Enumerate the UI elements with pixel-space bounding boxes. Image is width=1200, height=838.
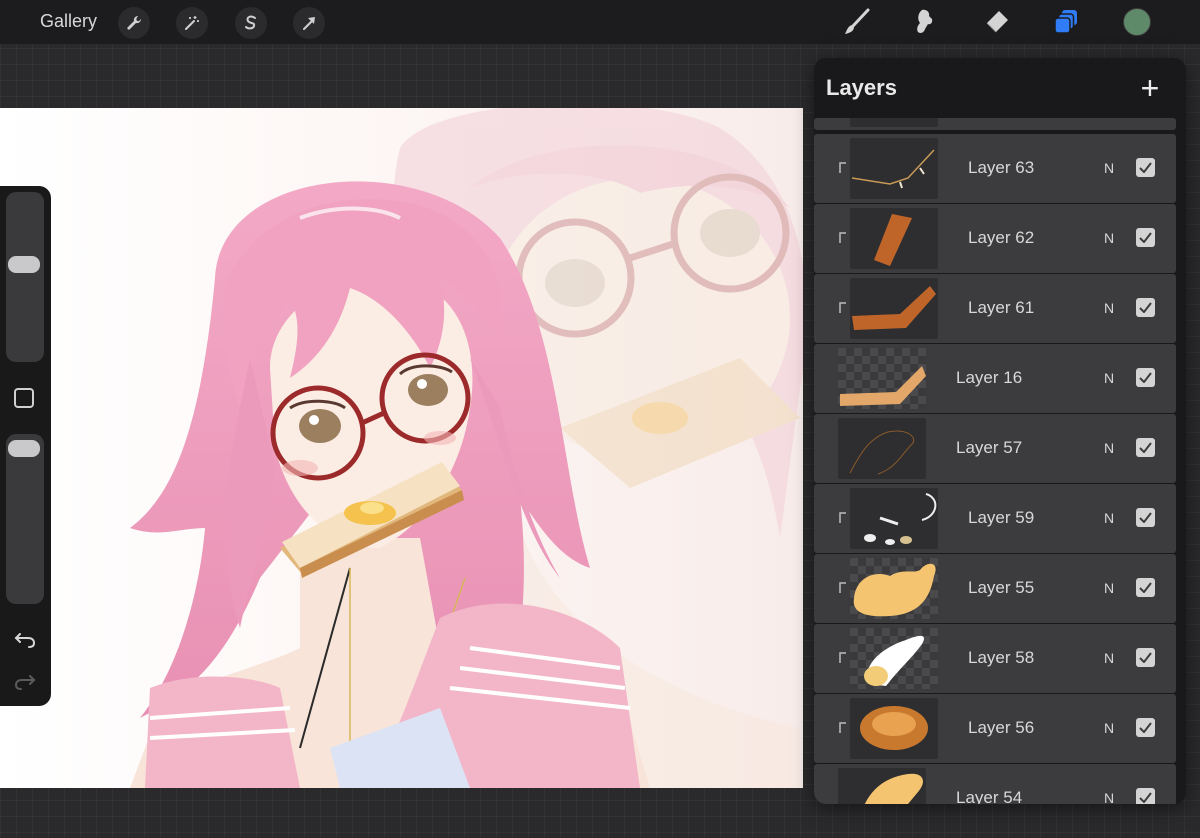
layer-thumbnail: [850, 488, 938, 549]
layer-thumbnail: [838, 348, 926, 409]
layer-row[interactable]: Layer 54 N: [814, 764, 1176, 804]
clipping-mask-icon: [839, 722, 846, 733]
blend-mode-button[interactable]: N: [1104, 300, 1114, 316]
layer-name: Layer 55: [968, 578, 1035, 597]
layer-thumbnail: [850, 698, 938, 759]
clipping-mask-icon: [839, 232, 846, 243]
layer-row[interactable]: Layer 61 N: [814, 274, 1176, 343]
layer-thumbnail: [838, 768, 926, 804]
visibility-checkbox[interactable]: [1136, 788, 1155, 804]
brush-icon[interactable]: [840, 6, 874, 38]
blend-mode-button[interactable]: N: [1104, 510, 1114, 526]
layer-thumbnail: [850, 278, 938, 339]
blend-mode-button[interactable]: N: [1104, 230, 1114, 246]
artwork: [0, 108, 803, 788]
layer-name: Layer 63: [968, 158, 1035, 177]
layer-name: Layer 56: [968, 718, 1035, 737]
layer-row[interactable]: Layer 58 N: [814, 624, 1176, 693]
layers-panel: Layers + Layer 63 N Layer 62 N Layer 61 …: [814, 58, 1186, 804]
check-icon: [1139, 722, 1152, 733]
layer-thumbnail: [838, 418, 926, 479]
check-icon: [1139, 302, 1152, 313]
layer-thumbnail: [850, 628, 938, 689]
layer-name: Layer 59: [968, 508, 1035, 527]
plus-icon: +: [1140, 70, 1160, 106]
layer-name: Layer 61: [968, 298, 1035, 317]
top-toolbar: Gallery: [0, 0, 1200, 44]
check-icon: [1139, 512, 1152, 523]
check-icon: [1139, 792, 1152, 803]
drawing-canvas[interactable]: [0, 108, 803, 788]
gallery-button[interactable]: Gallery: [40, 11, 97, 32]
magic-wand-icon[interactable]: [176, 7, 208, 39]
layer-row[interactable]: Layer 59 N: [814, 484, 1176, 553]
check-icon: [1139, 372, 1152, 383]
check-icon: [1139, 652, 1152, 663]
visibility-checkbox[interactable]: [1136, 718, 1155, 737]
blend-mode-button[interactable]: N: [1104, 160, 1114, 176]
clipping-mask-icon: [839, 512, 846, 523]
blend-mode-button[interactable]: N: [1104, 650, 1114, 666]
clipping-mask-icon: [839, 162, 846, 173]
layer-row[interactable]: Layer 16 N: [814, 344, 1176, 413]
panel-title: Layers: [826, 75, 897, 100]
layer-row-partial[interactable]: [814, 118, 1176, 130]
blend-mode-button[interactable]: N: [1104, 580, 1114, 596]
layer-name: Layer 58: [968, 648, 1035, 667]
layer-row[interactable]: Layer 57 N: [814, 414, 1176, 483]
clipping-mask-icon: [839, 302, 846, 313]
layer-name: Layer 62: [968, 228, 1035, 247]
visibility-checkbox[interactable]: [1136, 368, 1155, 387]
layer-row[interactable]: Layer 62 N: [814, 204, 1176, 273]
layer-row[interactable]: Layer 56 N: [814, 694, 1176, 763]
transform-icon[interactable]: [293, 7, 325, 39]
selection-icon[interactable]: [235, 7, 267, 39]
color-swatch[interactable]: [1123, 8, 1151, 36]
check-icon: [1139, 162, 1152, 173]
layer-row[interactable]: Layer 63 N: [814, 134, 1176, 203]
visibility-checkbox[interactable]: [1136, 228, 1155, 247]
visibility-checkbox[interactable]: [1136, 578, 1155, 597]
brush-size-thumb[interactable]: [8, 256, 40, 273]
visibility-checkbox[interactable]: [1136, 438, 1155, 457]
layer-name: Layer 57: [956, 438, 1023, 457]
blend-mode-button[interactable]: N: [1104, 790, 1114, 804]
opacity-slider[interactable]: [6, 434, 44, 604]
layer-row[interactable]: Layer 55 N: [814, 554, 1176, 623]
layer-name: Layer 16: [956, 368, 1023, 387]
brush-size-slider[interactable]: [6, 192, 44, 362]
wrench-icon[interactable]: [118, 7, 150, 39]
layer-thumbnail: [850, 118, 938, 127]
visibility-checkbox[interactable]: [1136, 158, 1155, 177]
visibility-checkbox[interactable]: [1136, 648, 1155, 667]
layers-list[interactable]: Layer 63 N Layer 62 N Layer 61 N Layer 1…: [814, 118, 1186, 804]
visibility-checkbox[interactable]: [1136, 508, 1155, 527]
opacity-thumb[interactable]: [8, 440, 40, 457]
check-icon: [1139, 232, 1152, 243]
blend-mode-button[interactable]: N: [1104, 720, 1114, 736]
clipping-mask-icon: [839, 582, 846, 593]
clipping-mask-icon: [839, 652, 846, 663]
layer-thumbnail: [850, 558, 938, 619]
left-sidebar: [0, 186, 51, 706]
eraser-icon[interactable]: [980, 6, 1014, 38]
layers-icon[interactable]: [1050, 6, 1084, 38]
add-layer-button[interactable]: +: [1136, 70, 1164, 106]
check-icon: [1139, 442, 1152, 453]
visibility-checkbox[interactable]: [1136, 298, 1155, 317]
layer-name: Layer 54: [956, 788, 1023, 804]
blend-mode-button[interactable]: N: [1104, 440, 1114, 456]
smudge-icon[interactable]: [908, 6, 942, 38]
layer-thumbnail: [850, 138, 938, 199]
check-icon: [1139, 582, 1152, 593]
undo-icon[interactable]: [12, 628, 38, 650]
blend-mode-button[interactable]: N: [1104, 370, 1114, 386]
redo-icon[interactable]: [12, 670, 38, 692]
layer-thumbnail: [850, 208, 938, 269]
modify-button[interactable]: [14, 388, 34, 408]
